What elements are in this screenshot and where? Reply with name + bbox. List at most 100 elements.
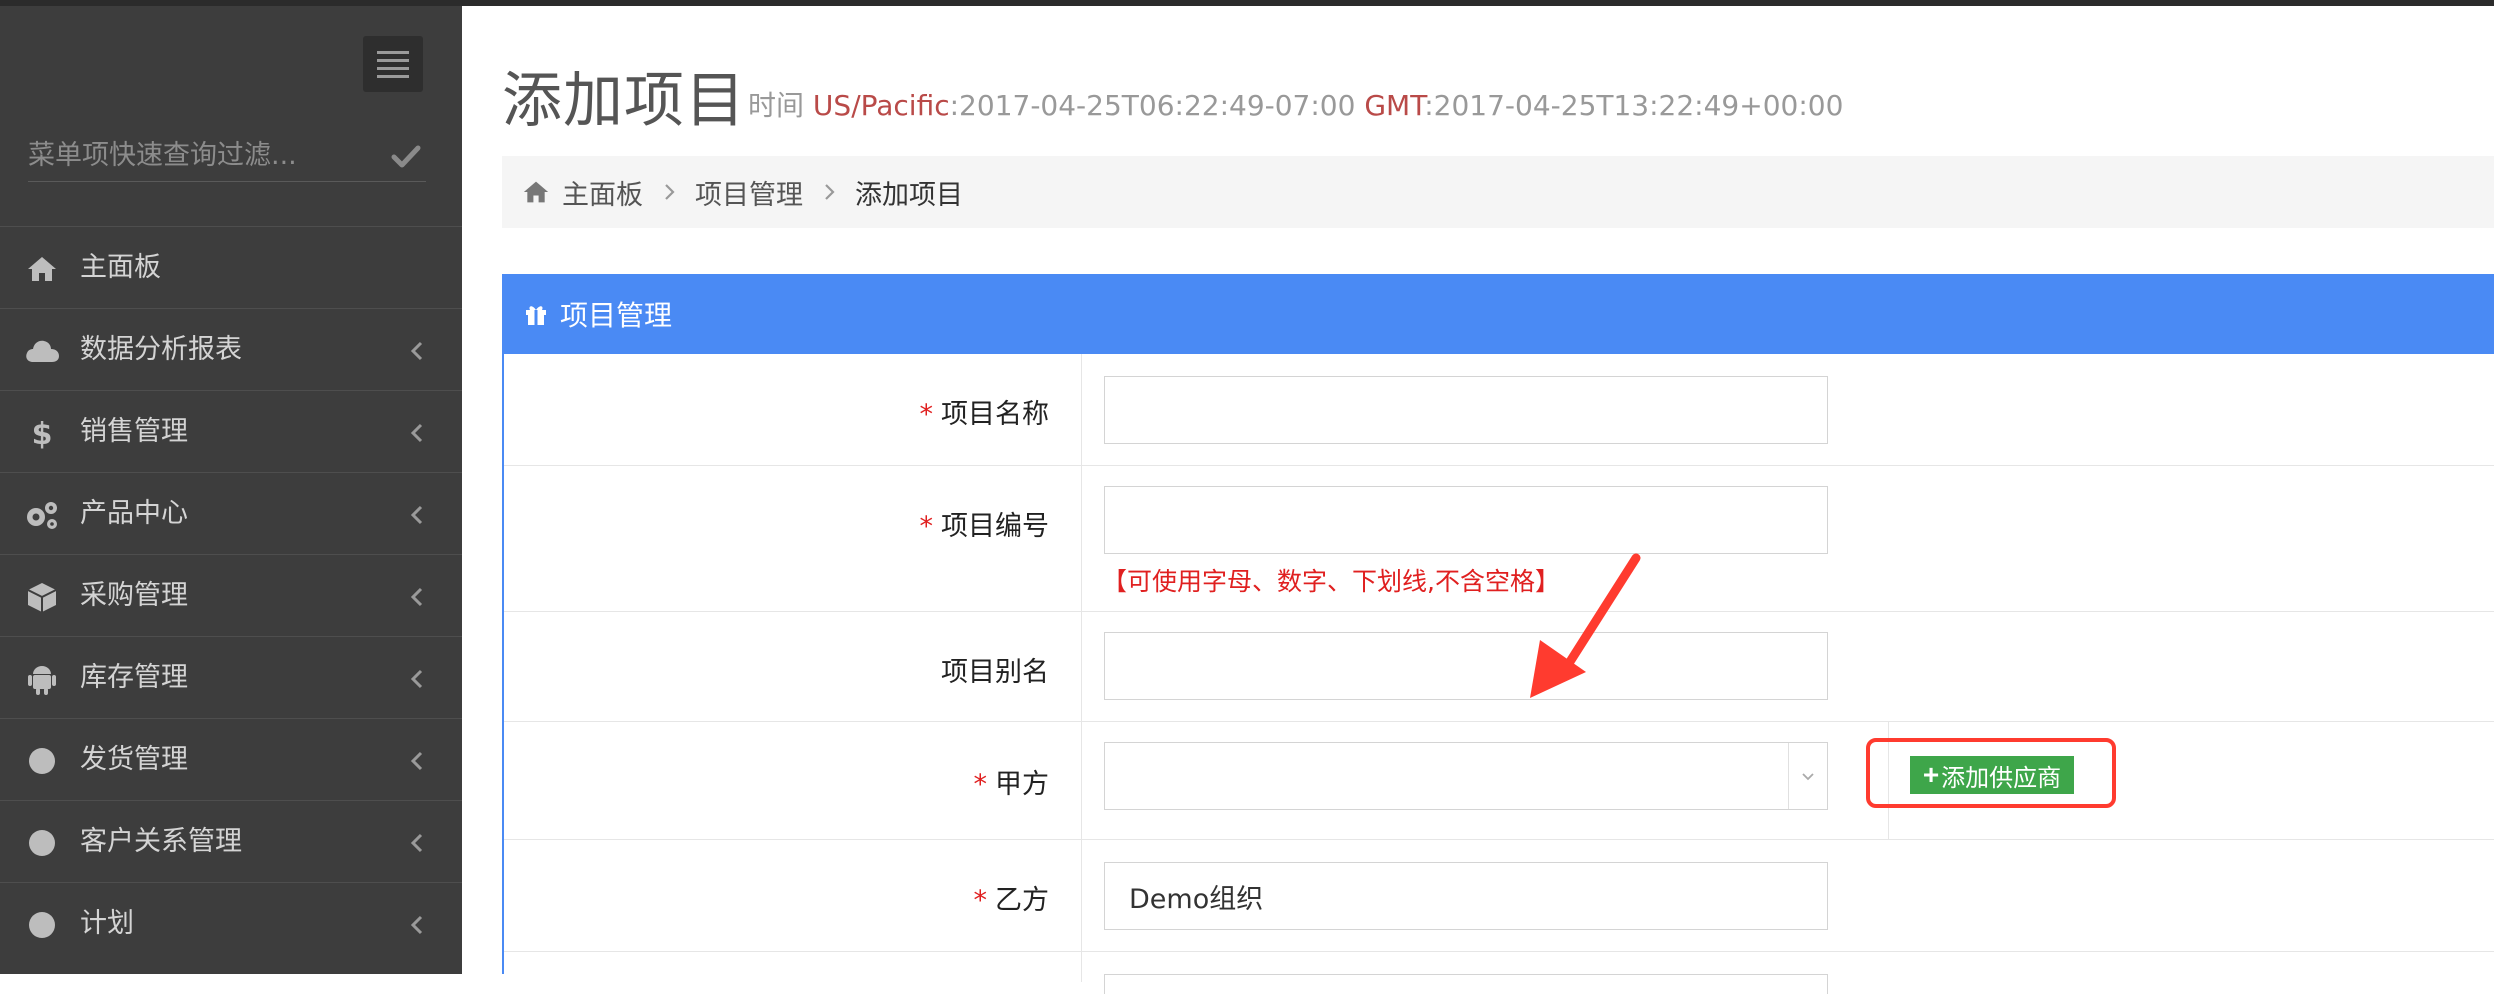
svg-text:$: $ — [32, 417, 53, 450]
annotation-highlight-box — [1866, 738, 2116, 808]
chevron-left-icon — [410, 915, 423, 935]
chevron-left-icon — [410, 341, 423, 361]
chevron-right-icon — [825, 184, 835, 200]
label-cell — [504, 952, 1082, 982]
form-row-project-code: * 项目编号 【可使用字母、数字、下划线,不含空格】 — [504, 466, 2494, 612]
form-row-party-b: * 乙方 — [504, 840, 2494, 952]
sidebar-item-label: 发货管理 — [80, 744, 188, 775]
sidebar-item-sales[interactable]: $ 销售管理 — [0, 390, 462, 472]
form-row-project-alias: 项目别名 — [504, 612, 2494, 722]
chevron-left-icon — [410, 587, 423, 607]
annotation-arrow-icon — [1530, 553, 1641, 698]
timezone-value: :2017-04-25T06:22:49-07:00 — [949, 89, 1356, 122]
sidebar-item-label: 采购管理 — [80, 580, 188, 611]
home-icon — [24, 251, 60, 287]
label-text: 项目编号 — [941, 511, 1049, 542]
sidebar-item-inventory[interactable]: 库存管理 — [0, 636, 462, 718]
project-panel: 项目管理 * 项目名称 * 项目编号 【可使用字母、数字、下划线,不含空格】 项… — [502, 274, 2494, 994]
label-cell: * 甲方 — [504, 722, 1082, 839]
breadcrumb-label: 主面板 — [562, 179, 643, 211]
sidebar-item-label: 产品中心 — [80, 498, 188, 529]
label-text: 项目名称 — [941, 399, 1049, 430]
chevron-left-icon — [410, 751, 423, 771]
breadcrumb-item-project-management[interactable]: 项目管理 — [695, 173, 803, 212]
project-name-input[interactable] — [1104, 376, 1828, 444]
label-cell: * 乙方 — [504, 840, 1082, 951]
chevron-left-icon — [410, 833, 423, 853]
sidebar-item-label: 计划 — [80, 908, 134, 939]
timezone-name: US/Pacific — [812, 89, 950, 122]
breadcrumb-label: 添加项目 — [855, 179, 963, 211]
required-mark: * — [973, 769, 988, 800]
timezone-value: :2017-04-25T13:22:49+00:00 — [1424, 89, 1844, 122]
sidebar-item-label: 数据分析报表 — [80, 334, 242, 365]
field-label: * 项目名称 — [920, 392, 1050, 431]
gift-icon — [526, 306, 546, 325]
sidebar-item-plan[interactable]: 计划 — [0, 882, 462, 964]
party-a-select[interactable] — [1104, 742, 1828, 810]
next-field-input[interactable] — [1104, 974, 1828, 994]
time-label: 时间 — [748, 89, 805, 122]
label-cell: * 项目名称 — [504, 354, 1082, 465]
breadcrumb-item-dashboard[interactable]: 主面板 — [522, 173, 643, 212]
timezone-name: GMT — [1364, 89, 1425, 122]
breadcrumb: 主面板 项目管理 添加项目 — [502, 156, 2494, 228]
field-label: * 项目编号 — [920, 504, 1050, 543]
panel-header: 项目管理 — [504, 274, 2494, 354]
chevron-left-icon — [410, 423, 423, 443]
select-divider — [1788, 743, 1789, 809]
form-row-party-a: * 甲方 + 添加供应商 — [504, 722, 2494, 840]
chevron-right-icon — [665, 184, 675, 200]
hamburger-line — [377, 66, 409, 70]
required-mark: * — [919, 511, 934, 542]
sidebar: 主面板 数据分析报表 $ 销售管理 产品中心 — [0, 6, 462, 974]
project-alias-input[interactable] — [1104, 632, 1828, 700]
cloud-icon — [24, 333, 60, 369]
chevron-down-icon — [1802, 773, 1814, 781]
project-code-input[interactable] — [1104, 486, 1828, 554]
field-label: * 乙方 — [974, 878, 1050, 917]
hamburger-line — [377, 74, 409, 78]
sidebar-item-reports[interactable]: 数据分析报表 — [0, 308, 462, 390]
main-content: 添加项目 时间 US/Pacific:2017-04-25T06:22:49-0… — [462, 6, 2494, 994]
breadcrumb-item-current: 添加项目 — [855, 173, 963, 212]
sidebar-item-products[interactable]: 产品中心 — [0, 472, 462, 554]
hamburger-line — [377, 50, 409, 54]
hamburger-line — [377, 58, 409, 62]
home-icon — [523, 181, 549, 203]
field-label: * 甲方 — [974, 762, 1050, 801]
page-title: 添加项目 — [502, 66, 746, 136]
dollar-icon: $ — [24, 415, 60, 451]
check-icon[interactable] — [386, 136, 426, 176]
menu-filter — [28, 130, 426, 182]
circle-icon — [24, 825, 60, 861]
circle-icon — [24, 907, 60, 943]
breadcrumb-label: 项目管理 — [695, 179, 803, 211]
required-mark: * — [973, 885, 988, 916]
circle-icon — [24, 743, 60, 779]
cube-icon — [24, 579, 60, 615]
sidebar-item-label: 销售管理 — [80, 416, 188, 447]
form-row-project-name: * 项目名称 — [504, 354, 2494, 466]
sidebar-item-label: 主面板 — [80, 252, 161, 283]
android-icon — [24, 661, 60, 697]
field-label: 项目别名 — [941, 650, 1049, 689]
sidebar-item-dashboard[interactable]: 主面板 — [0, 226, 462, 308]
sidebar-item-label: 客户关系管理 — [80, 826, 242, 857]
label-text: 甲方 — [995, 769, 1049, 800]
sidebar-item-shipping[interactable]: 发货管理 — [0, 718, 462, 800]
panel-title: 项目管理 — [560, 299, 673, 332]
label-cell: * 项目编号 — [504, 466, 1082, 611]
label-cell: 项目别名 — [504, 612, 1082, 721]
label-text: 项目别名 — [941, 657, 1049, 688]
form-row-next — [504, 952, 2494, 994]
gears-icon — [24, 497, 60, 533]
party-b-input[interactable] — [1104, 862, 1828, 930]
menu-filter-input[interactable] — [28, 130, 368, 180]
sidebar-item-crm[interactable]: 客户关系管理 — [0, 800, 462, 882]
chevron-left-icon — [410, 505, 423, 525]
sidebar-item-purchasing[interactable]: 采购管理 — [0, 554, 462, 636]
sidebar-menu: 主面板 数据分析报表 $ 销售管理 产品中心 采购管理 库存管理 发货管理 客户… — [0, 226, 462, 964]
required-mark: * — [919, 399, 934, 430]
sidebar-toggle-button[interactable] — [363, 36, 423, 92]
